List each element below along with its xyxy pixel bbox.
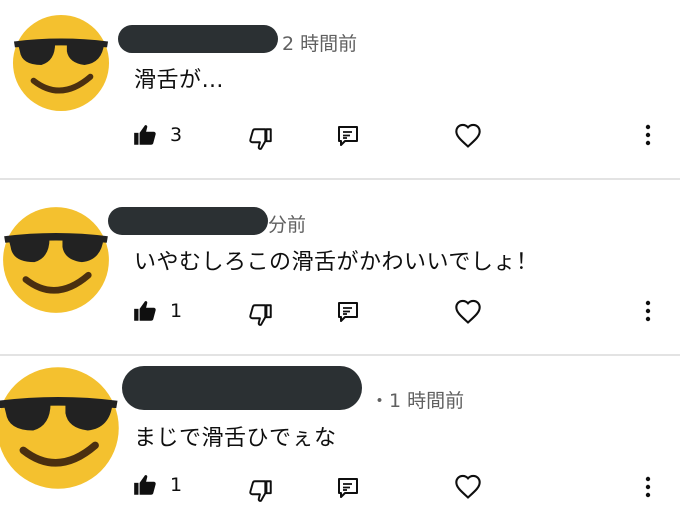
- comment-timestamp: 分前: [268, 214, 307, 236]
- redacted-username: [108, 207, 268, 235]
- redacted-username: [122, 366, 362, 410]
- reply-icon[interactable]: [336, 476, 360, 500]
- like-count: 1: [170, 300, 183, 322]
- thumbs-up-icon[interactable]: [132, 298, 158, 324]
- thumbs-up-icon[interactable]: [132, 122, 158, 148]
- redacted-username: [118, 25, 278, 53]
- avatar-icon[interactable]: [2, 206, 110, 314]
- like-count: 1: [170, 474, 183, 496]
- comment-timestamp: ・1 時間前: [370, 390, 465, 412]
- comment-timestamp: 2 時間前: [282, 33, 358, 55]
- like-count: 3: [170, 124, 183, 146]
- more-vertical-icon[interactable]: [636, 475, 660, 499]
- reply-icon[interactable]: [336, 300, 360, 324]
- comment-text: 滑舌が…: [134, 68, 225, 93]
- comment-text: まじで滑舌ひでぇな: [134, 426, 337, 451]
- more-vertical-icon[interactable]: [636, 299, 660, 323]
- heart-icon[interactable]: [454, 298, 482, 326]
- comment-item: ・1 時間前 まじで滑舌ひでぇな 1: [0, 356, 680, 530]
- thumbs-up-icon[interactable]: [132, 472, 158, 498]
- heart-icon[interactable]: [454, 122, 482, 150]
- reply-icon[interactable]: [336, 124, 360, 148]
- more-vertical-icon[interactable]: [636, 123, 660, 147]
- thumbs-down-icon[interactable]: [248, 302, 274, 328]
- thumbs-down-icon[interactable]: [248, 126, 274, 152]
- comment-item: 分前 いやむしろこの滑舌がかわいいでしょ！ 1: [0, 180, 680, 355]
- comment-text: いやむしろこの滑舌がかわいいでしょ！: [134, 250, 539, 275]
- avatar-icon[interactable]: [12, 14, 110, 112]
- thumbs-down-icon[interactable]: [248, 478, 274, 504]
- heart-icon[interactable]: [454, 473, 482, 501]
- avatar-icon[interactable]: [0, 366, 120, 490]
- comment-item: 2 時間前 滑舌が… 3: [0, 0, 680, 180]
